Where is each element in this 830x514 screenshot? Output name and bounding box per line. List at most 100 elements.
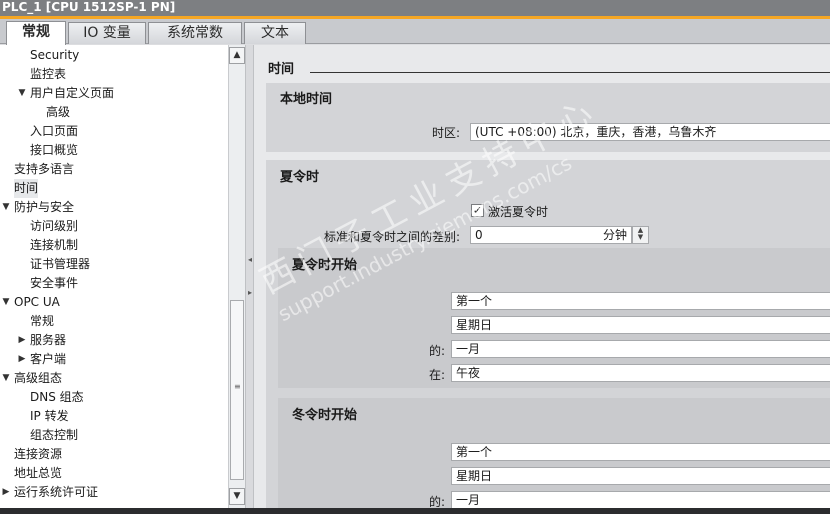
activate-dst-checkbox[interactable]: ✓ <box>471 204 484 217</box>
tree-item[interactable]: 连接资源 <box>0 445 228 464</box>
time-difference-label: 标准和夏令时之间的差别: <box>323 230 460 244</box>
scroll-down-icon[interactable]: ▼ <box>229 488 245 505</box>
collapsed-arrow-icon[interactable]: ▶ <box>17 331 27 350</box>
tree-item[interactable]: 访问级别 <box>0 217 228 236</box>
tab-io-tags[interactable]: IO 变量 <box>68 22 146 44</box>
tree-item-label: 运行系统许可证 <box>14 485 99 499</box>
dst-start-title: 夏令时开始 <box>292 258 358 273</box>
dst-start-weekday-select[interactable]: 星期日 <box>451 316 830 334</box>
tree-item-label: 支持多语言 <box>14 162 75 176</box>
section-divider <box>310 72 830 73</box>
tree-item-label: 证书管理器 <box>30 257 91 271</box>
expand-right-icon[interactable]: ▸ <box>247 288 253 297</box>
winter-start-week-select[interactable]: 第一个 <box>451 443 830 461</box>
local-time-group: 本地时间 时区: (UTC +08:00) 北京，重庆，香港，乌鲁木齐 <box>266 83 830 152</box>
tree-item-label: 入口页面 <box>30 124 79 138</box>
tree-item[interactable]: 安全事件 <box>0 274 228 293</box>
tree-item[interactable]: 常规 <box>0 312 228 331</box>
local-time-title: 本地时间 <box>280 92 333 107</box>
dst-start-time-label: 在: <box>428 368 445 382</box>
dst-start-week-select[interactable]: 第一个 <box>451 292 830 310</box>
tree-item-label: 客户端 <box>30 352 67 366</box>
grip-icon: ≡ <box>234 382 241 391</box>
properties-panel: 时间 本地时间 时区: (UTC +08:00) 北京，重庆，香港，乌鲁木齐 夏… <box>254 45 830 508</box>
tree-item-label: IP 转发 <box>30 409 69 423</box>
tree-item-label: 连接资源 <box>14 447 63 461</box>
tree-item[interactable]: ▶ 客户端 <box>0 350 228 369</box>
bottom-border <box>0 508 830 514</box>
scroll-up-icon[interactable]: ▲ <box>229 47 245 64</box>
time-difference-input[interactable]: 0 分钟 <box>470 226 632 244</box>
tree-item[interactable]: 高级 <box>0 103 228 122</box>
tree-item[interactable]: 连接机制 <box>0 236 228 255</box>
tree-item[interactable]: 时间 <box>0 179 228 198</box>
tree-item-label: 高级 <box>46 105 71 119</box>
tree-item-label: 地址总览 <box>14 466 63 480</box>
tree-item-label: 服务器 <box>30 333 67 347</box>
tree-item[interactable]: ▶ 运行系统许可证 <box>0 483 228 502</box>
tree-item-label: 连接机制 <box>30 238 79 252</box>
timezone-label: 时区: <box>431 126 460 140</box>
tree-item-label: Security <box>30 48 80 62</box>
tree-item-label: 防护与安全 <box>14 200 75 214</box>
tab-general[interactable]: 常规 <box>6 21 66 45</box>
tree-item-label: 接口概览 <box>30 143 79 157</box>
activate-dst-label: 激活夏令时 <box>488 205 549 219</box>
winter-start-title: 冬令时开始 <box>292 408 358 423</box>
dst-title: 夏令时 <box>280 170 320 185</box>
dst-start-group: 夏令时开始 第一个 星期日 的: 一月 在: 午夜 <box>278 248 830 388</box>
collapsed-arrow-icon[interactable]: ▶ <box>1 483 11 502</box>
tree-item[interactable]: 地址总览 <box>0 464 228 483</box>
tree-item-label: 用户自定义页面 <box>30 86 115 100</box>
tree-item-label: 组态控制 <box>30 428 79 442</box>
tab-system-constants[interactable]: 系统常数 <box>148 22 242 44</box>
time-difference-stepper[interactable]: ▲ ▼ <box>632 226 649 244</box>
winter-start-group: 冬令时开始 第一个 星期日 的: 一月 <box>278 398 830 508</box>
expanded-arrow-icon[interactable]: ▼ <box>17 84 27 103</box>
tree-item-label: 常规 <box>30 314 55 328</box>
window-title: PLC_1 [CPU 1512SP-1 PN] <box>0 0 830 17</box>
tree-item[interactable]: ▶ 服务器 <box>0 331 228 350</box>
dst-group: 夏令时 ✓ 激活夏令时 标准和夏令时之间的差别: 0 分钟 ▲ ▼ 夏令时开始 … <box>266 160 830 508</box>
section-title: 时间 <box>268 62 295 77</box>
tree-item[interactable]: ▼ 用户自定义页面 <box>0 84 228 103</box>
collapse-left-icon[interactable]: ◂ <box>247 255 253 264</box>
tree-scrollbar[interactable]: ▲ ≡ ▼ <box>228 45 245 508</box>
tree-item-label: 访问级别 <box>30 219 79 233</box>
tree-item[interactable]: 支持多语言 <box>0 160 228 179</box>
expanded-arrow-icon[interactable]: ▼ <box>1 369 11 388</box>
tree-item-label: DNS 组态 <box>30 390 84 404</box>
tab-bar: 常规 IO 变量 系统常数 文本 <box>0 19 830 45</box>
tree-item-label: OPC UA <box>14 295 60 309</box>
dst-start-month-label: 的: <box>428 344 445 358</box>
tree-item[interactable]: 接口概览 <box>0 141 228 160</box>
tree-item[interactable]: ▼ 高级组态 <box>0 369 228 388</box>
winter-start-weekday-select[interactable]: 星期日 <box>451 467 830 485</box>
tab-texts[interactable]: 文本 <box>244 22 306 44</box>
spin-down-icon[interactable]: ▼ <box>633 234 648 241</box>
tree-item-label: 安全事件 <box>30 276 79 290</box>
tree-item[interactable]: ▼ OPC UA <box>0 293 228 312</box>
winter-start-month-select[interactable]: 一月 <box>451 491 830 508</box>
tree-item[interactable]: 入口页面 <box>0 122 228 141</box>
tree-item[interactable]: Security <box>0 46 228 65</box>
tree-item[interactable]: DNS 组态 <box>0 388 228 407</box>
panel-splitter[interactable]: ◂ ▸ <box>245 45 254 508</box>
tree-item[interactable]: IP 转发 <box>0 407 228 426</box>
winter-start-month-label: 的: <box>428 495 445 508</box>
tree-item[interactable]: 证书管理器 <box>0 255 228 274</box>
tree-item[interactable]: 监控表 <box>0 65 228 84</box>
time-difference-unit: 分钟 <box>602 228 627 242</box>
dst-start-month-select[interactable]: 一月 <box>451 340 830 358</box>
tree-item-label: 时间 <box>14 179 39 198</box>
collapsed-arrow-icon[interactable]: ▶ <box>17 350 27 369</box>
navigation-tree: Security 监控表 ▼ 用户自定义页面 高级 入口页面 接口概览 支持多语言 时间 ▼ 防护与… <box>0 45 228 508</box>
expanded-arrow-icon[interactable]: ▼ <box>1 198 11 217</box>
tree-item[interactable]: 组态控制 <box>0 426 228 445</box>
timezone-select[interactable]: (UTC +08:00) 北京，重庆，香港，乌鲁木齐 <box>470 123 830 141</box>
tree-item[interactable]: ▼ 防护与安全 <box>0 198 228 217</box>
dst-start-time-select[interactable]: 午夜 <box>451 364 830 382</box>
expanded-arrow-icon[interactable]: ▼ <box>1 293 11 312</box>
time-difference-value: 0 <box>475 228 483 242</box>
scroll-thumb[interactable]: ≡ <box>230 300 244 480</box>
